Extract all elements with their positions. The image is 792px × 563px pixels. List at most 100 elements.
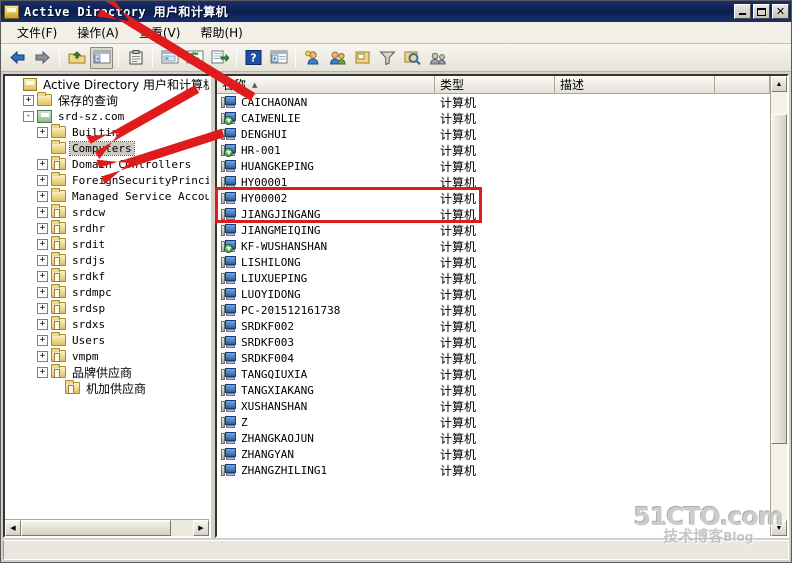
- table-row[interactable]: SRDKF003 计算机: [217, 334, 770, 350]
- table-row[interactable]: XUSHANSHAN 计算机: [217, 398, 770, 414]
- table-row[interactable]: LISHILONG 计算机: [217, 254, 770, 270]
- new-user-icon[interactable]: [301, 47, 324, 69]
- vscroll-track[interactable]: [771, 92, 787, 520]
- table-row[interactable]: SRDKF004 计算机: [217, 350, 770, 366]
- console-tree[interactable]: Active Directory 用户和计算机 + 保存的查询 - srd-sz.com…: [5, 76, 209, 519]
- expand-toggle-icon[interactable]: +: [37, 158, 48, 170]
- tree-node[interactable]: + Builtin: [5, 124, 209, 140]
- tree-node[interactable]: + srdcw: [5, 204, 209, 220]
- tree-horizontal-scrollbar[interactable]: ◀ ▶: [5, 519, 209, 536]
- table-row[interactable]: PC-201512161738 计算机: [217, 302, 770, 318]
- table-row[interactable]: HY00001 计算机: [217, 174, 770, 190]
- close-button[interactable]: ✕: [772, 4, 789, 19]
- expand-toggle-icon[interactable]: +: [37, 350, 48, 362]
- table-row[interactable]: TANGXIAKANG 计算机: [217, 382, 770, 398]
- expand-toggle-icon[interactable]: +: [37, 270, 48, 282]
- expand-toggle-icon[interactable]: +: [37, 286, 48, 298]
- tree-node[interactable]: + vmpm: [5, 348, 209, 364]
- expand-toggle-icon[interactable]: +: [37, 302, 48, 314]
- table-row[interactable]: ZHANGKAOJUN 计算机: [217, 430, 770, 446]
- vscroll-thumb[interactable]: [771, 114, 787, 444]
- table-row[interactable]: JIANGJINGANG 计算机: [217, 206, 770, 222]
- menu-help[interactable]: 帮助(H): [190, 22, 252, 43]
- expand-toggle-icon[interactable]: +: [37, 222, 48, 234]
- new-container-icon[interactable]: [351, 47, 374, 69]
- table-row[interactable]: LUOYIDONG 计算机: [217, 286, 770, 302]
- expand-toggle-icon[interactable]: +: [23, 94, 34, 106]
- table-row[interactable]: LIUXUEPING 计算机: [217, 270, 770, 286]
- expand-toggle-icon[interactable]: +: [37, 126, 48, 138]
- tree-node[interactable]: + srdkf: [5, 268, 209, 284]
- expand-toggle-icon[interactable]: +: [37, 238, 48, 250]
- table-row[interactable]: HY00002 计算机: [217, 190, 770, 206]
- tree-node[interactable]: + Users: [5, 332, 209, 348]
- filter-icon[interactable]: [376, 47, 399, 69]
- tree-node[interactable]: - srd-sz.com: [5, 108, 209, 124]
- tree-node[interactable]: + 保存的查询: [5, 92, 209, 108]
- computer-list[interactable]: CAICHAONAN 计算机 CAIWENLIE 计算机 DENGHUI 计算机 HR-00…: [217, 94, 770, 536]
- expand-toggle-icon[interactable]: +: [37, 318, 48, 330]
- expand-toggle-icon[interactable]: +: [37, 334, 48, 346]
- tree-node[interactable]: + Domain Controllers: [5, 156, 209, 172]
- table-row[interactable]: SRDKF002 计算机: [217, 318, 770, 334]
- column-header-name[interactable]: 名称 ▲: [217, 76, 435, 93]
- expand-toggle-icon[interactable]: +: [37, 254, 48, 266]
- column-header-description[interactable]: 描述: [555, 76, 715, 93]
- expand-toggle-icon[interactable]: +: [37, 174, 48, 186]
- properties-icon[interactable]: [124, 47, 147, 69]
- table-row[interactable]: Z 计算机: [217, 414, 770, 430]
- delegate-control-icon[interactable]: [426, 47, 449, 69]
- tree-node[interactable]: Active Directory 用户和计算机: [5, 76, 209, 92]
- scroll-right-button[interactable]: ▶: [193, 520, 209, 536]
- find-icon[interactable]: [401, 47, 424, 69]
- tree-node[interactable]: + srdmpc: [5, 284, 209, 300]
- table-row[interactable]: HUANGKEPING 计算机: [217, 158, 770, 174]
- expand-toggle-icon[interactable]: +: [37, 206, 48, 218]
- tree-node[interactable]: 机加供应商: [5, 380, 209, 396]
- tree-node[interactable]: + srdsp: [5, 300, 209, 316]
- table-row[interactable]: ZHANGZHILING1 计算机: [217, 462, 770, 478]
- help-icon[interactable]: ?: [242, 47, 265, 69]
- tree-node[interactable]: + ForeignSecurityPrincip: [5, 172, 209, 188]
- refresh-icon[interactable]: [183, 47, 206, 69]
- new-window-icon[interactable]: [158, 47, 181, 69]
- menu-view[interactable]: 查看(V): [129, 22, 191, 43]
- table-row[interactable]: HR-001 计算机: [217, 142, 770, 158]
- tree-node[interactable]: + srdit: [5, 236, 209, 252]
- maximize-button[interactable]: [753, 4, 770, 19]
- new-group-icon[interactable]: [326, 47, 349, 69]
- table-row[interactable]: CAICHAONAN 计算机: [217, 94, 770, 110]
- expand-toggle-icon[interactable]: +: [37, 190, 48, 202]
- tree-node[interactable]: + srdxs: [5, 316, 209, 332]
- table-row[interactable]: TANGQIUXIA 计算机: [217, 366, 770, 382]
- show-details-icon[interactable]: [267, 47, 290, 69]
- table-row[interactable]: ZHANGYAN 计算机: [217, 446, 770, 462]
- column-header-extra[interactable]: [715, 76, 770, 93]
- table-row[interactable]: DENGHUI 计算机: [217, 126, 770, 142]
- expand-toggle-icon[interactable]: +: [37, 366, 48, 378]
- hscroll-track[interactable]: [21, 520, 193, 536]
- collapse-toggle-icon[interactable]: -: [23, 110, 34, 122]
- up-one-level-icon[interactable]: [65, 47, 88, 69]
- back-icon[interactable]: [6, 47, 29, 69]
- scroll-down-button[interactable]: ▼: [771, 520, 787, 536]
- tree-node[interactable]: + 品牌供应商: [5, 364, 209, 380]
- forward-icon[interactable]: [31, 47, 54, 69]
- menu-action[interactable]: 操作(A): [67, 22, 129, 43]
- table-row[interactable]: KF-WUSHANSHAN 计算机: [217, 238, 770, 254]
- tree-node[interactable]: + Managed Service Accoun: [5, 188, 209, 204]
- tree-node[interactable]: + srdjs: [5, 252, 209, 268]
- minimize-button[interactable]: [734, 4, 751, 19]
- menu-file[interactable]: 文件(F): [7, 22, 67, 43]
- scroll-up-button[interactable]: ▲: [771, 76, 787, 92]
- tree-node[interactable]: Computers: [5, 140, 209, 156]
- table-row[interactable]: CAIWENLIE 计算机: [217, 110, 770, 126]
- scroll-left-button[interactable]: ◀: [5, 520, 21, 536]
- column-header-type[interactable]: 类型: [435, 76, 555, 93]
- show-hide-tree-icon[interactable]: [90, 46, 113, 69]
- export-list-icon[interactable]: [208, 47, 231, 69]
- table-row[interactable]: JIANGMEIQING 计算机: [217, 222, 770, 238]
- tree-node[interactable]: + srdhr: [5, 220, 209, 236]
- hscroll-thumb[interactable]: [21, 520, 171, 536]
- list-vertical-scrollbar[interactable]: ▲ ▼: [770, 76, 787, 536]
